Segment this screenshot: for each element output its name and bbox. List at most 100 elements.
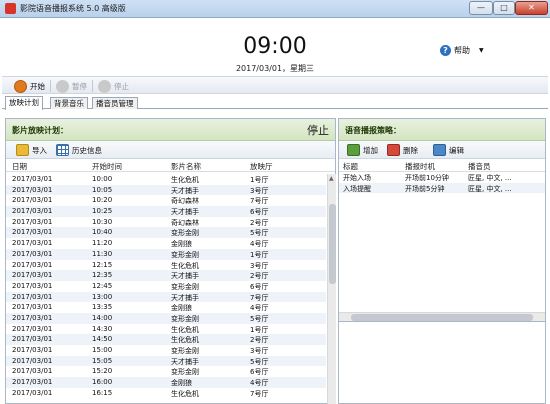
table-row[interactable]: 2017/03/01 10:05 天才捕手 3号厅	[6, 184, 326, 196]
cell-start-time: 16:00	[92, 378, 113, 387]
playback-status: 停止	[307, 124, 329, 137]
table-row[interactable]: 2017/03/01 14:50 生化危机 2号厅	[6, 334, 326, 345]
cell-film: 奇幻森林	[171, 218, 199, 227]
delete-button[interactable]: 删除	[387, 143, 418, 157]
table-row[interactable]: 2017/03/01 12:15 生化危机 3号厅	[6, 260, 326, 271]
cell-start-time: 14:50	[92, 335, 113, 344]
column-header-hall[interactable]: 放映厅	[250, 161, 273, 172]
cell-hall: 2号厅	[250, 336, 269, 345]
edit-button[interactable]: 编辑	[433, 143, 464, 157]
schedule-panel: 影片放映计划： 停止 导入 历史信息 日期 开始时间 影片名称 放映厅 2017…	[5, 118, 336, 404]
schedule-title: 影片放映计划：	[12, 126, 68, 135]
schedule-table-header: 日期 开始时间 影片名称 放映厅	[6, 159, 335, 172]
tab-background-music[interactable]: 背景音乐	[50, 97, 88, 109]
table-row[interactable]: 2017/03/01 13:00 天才捕手 7号厅	[6, 291, 326, 303]
add-button[interactable]: 增加	[347, 143, 378, 157]
cell-hall: 1号厅	[250, 176, 269, 184]
cell-hall: 7号厅	[250, 197, 269, 206]
cell-film: 变形金刚	[171, 250, 199, 259]
table-icon	[56, 144, 69, 156]
cell-start-time: 10:30	[92, 217, 113, 226]
tab-schedule[interactable]: 放映计划	[5, 96, 43, 110]
strategy-detail-area	[339, 321, 545, 404]
column-header-title[interactable]: 标题	[343, 161, 358, 172]
table-row[interactable]: 2017/03/01 16:15 生化危机 7号厅	[6, 388, 326, 399]
scrollbar-thumb[interactable]	[329, 204, 336, 284]
import-button[interactable]: 导入	[16, 143, 47, 157]
minimize-button[interactable]: —	[469, 1, 493, 15]
cell-start-time: 12:15	[92, 260, 113, 269]
column-header-film[interactable]: 影片名称	[171, 161, 201, 172]
cell-film: 金刚狼	[171, 304, 192, 313]
table-row[interactable]: 2017/03/01 12:45 变形金刚 6号厅	[6, 281, 326, 292]
table-row[interactable]: 2017/03/01 14:00 变形金刚 5号厅	[6, 312, 326, 324]
strategy-hscrollbar[interactable]	[339, 312, 545, 321]
cell-hall: 7号厅	[250, 293, 269, 302]
strategy-header: 语音播报策略：	[339, 119, 545, 141]
history-button[interactable]: 历史信息	[56, 143, 102, 157]
cell-date: 2017/03/01	[12, 207, 53, 216]
cell-timing: 开场前10分钟	[405, 174, 449, 182]
window-titlebar: 影院语音播报系统 5.0 高级版 — □ ✕	[0, 0, 550, 18]
cell-hall: 4号厅	[250, 304, 269, 313]
column-header-announcer[interactable]: 播音员	[468, 161, 491, 172]
history-label: 历史信息	[72, 145, 102, 155]
cell-start-time: 12:45	[92, 281, 113, 290]
column-header-date[interactable]: 日期	[12, 161, 27, 172]
pause-button[interactable]: 暂停	[56, 79, 87, 93]
edit-label: 编辑	[449, 145, 464, 155]
cell-hall: 5号厅	[250, 229, 269, 238]
table-row[interactable]: 2017/03/01 14:30 生化危机 1号厅	[6, 324, 326, 335]
tab-announcer-management[interactable]: 播音员管理	[92, 97, 138, 109]
scroll-up-icon[interactable]: ▲	[329, 175, 334, 182]
table-row[interactable]: 开始入场 开场前10分钟 匠星, 中文, ...	[339, 172, 545, 183]
strategy-table-body: 开始入场 开场前10分钟 匠星, 中文, ... 入场提醒 开场前5分钟 匠星, 中文, …	[339, 172, 545, 194]
delete-icon	[387, 144, 400, 156]
cell-date: 2017/03/01	[12, 292, 53, 301]
cell-date: 2017/03/01	[12, 228, 53, 237]
cell-start-time: 14:00	[92, 313, 113, 322]
pause-icon	[56, 79, 69, 93]
table-row[interactable]: 2017/03/01 10:00 生化危机 1号厅	[6, 174, 326, 185]
maximize-button[interactable]: □	[493, 1, 515, 15]
cell-announcer: 匠星, 中文, ...	[468, 174, 512, 182]
cell-date: 2017/03/01	[12, 388, 53, 397]
table-row[interactable]: 2017/03/01 12:35 天才捕手 2号厅	[6, 270, 326, 281]
cell-date: 2017/03/01	[12, 324, 53, 333]
table-row[interactable]: 2017/03/01 16:00 金刚狼 4号厅	[6, 377, 326, 388]
scrollbar-thumb[interactable]	[351, 314, 533, 321]
table-row[interactable]: 2017/03/01 15:00 变形金刚 3号厅	[6, 345, 326, 356]
cell-date: 2017/03/01	[12, 335, 53, 344]
clock-date: 2017/03/01，星期三	[235, 64, 315, 73]
cell-date: 2017/03/01	[12, 196, 53, 205]
table-row[interactable]: 2017/03/01 11:20 金刚狼 4号厅	[6, 238, 326, 249]
table-row[interactable]: 2017/03/01 15:05 天才捕手 5号厅	[6, 355, 326, 367]
cell-date: 2017/03/01	[12, 281, 53, 290]
window-title: 影院语音播报系统 5.0 高级版	[20, 4, 126, 13]
table-row[interactable]: 2017/03/01 15:20 变形金刚 6号厅	[6, 366, 326, 377]
help-menu[interactable]: ? 帮助 ▼	[440, 45, 484, 56]
column-header-timing[interactable]: 播报时机	[405, 161, 435, 172]
table-row[interactable]: 2017/03/01 10:20 奇幻森林 7号厅	[6, 195, 326, 206]
table-row[interactable]: 2017/03/01 10:30 奇幻森林 2号厅	[6, 217, 326, 228]
start-button[interactable]: 开始	[14, 79, 45, 93]
cell-date: 2017/03/01	[12, 313, 53, 322]
schedule-scrollbar[interactable]: ▲	[327, 174, 336, 404]
toolbar-divider	[92, 80, 93, 92]
table-row[interactable]: 2017/03/01 10:25 天才捕手 6号厅	[6, 206, 326, 217]
cell-film: 金刚狼	[171, 240, 192, 249]
table-row[interactable]: 2017/03/01 10:40 变形金刚 5号厅	[6, 227, 326, 239]
add-label: 增加	[363, 145, 378, 155]
table-row[interactable]: 2017/03/01 13:35 金刚狼 4号厅	[6, 302, 326, 313]
table-row[interactable]: 入场提醒 开场前5分钟 匠星, 中文, ...	[339, 182, 545, 194]
cell-hall: 1号厅	[250, 325, 269, 334]
cell-film: 生化危机	[171, 261, 199, 270]
cell-title: 入场提醒	[343, 184, 371, 193]
column-header-start-time[interactable]: 开始时间	[92, 161, 122, 172]
stop-button[interactable]: 停止	[98, 79, 129, 93]
close-button[interactable]: ✕	[515, 1, 548, 15]
table-row[interactable]: 2017/03/01 11:30 变形金刚 1号厅	[6, 248, 326, 260]
edit-icon	[433, 144, 446, 156]
cell-hall: 4号厅	[250, 379, 269, 388]
cell-start-time: 10:20	[92, 196, 113, 205]
